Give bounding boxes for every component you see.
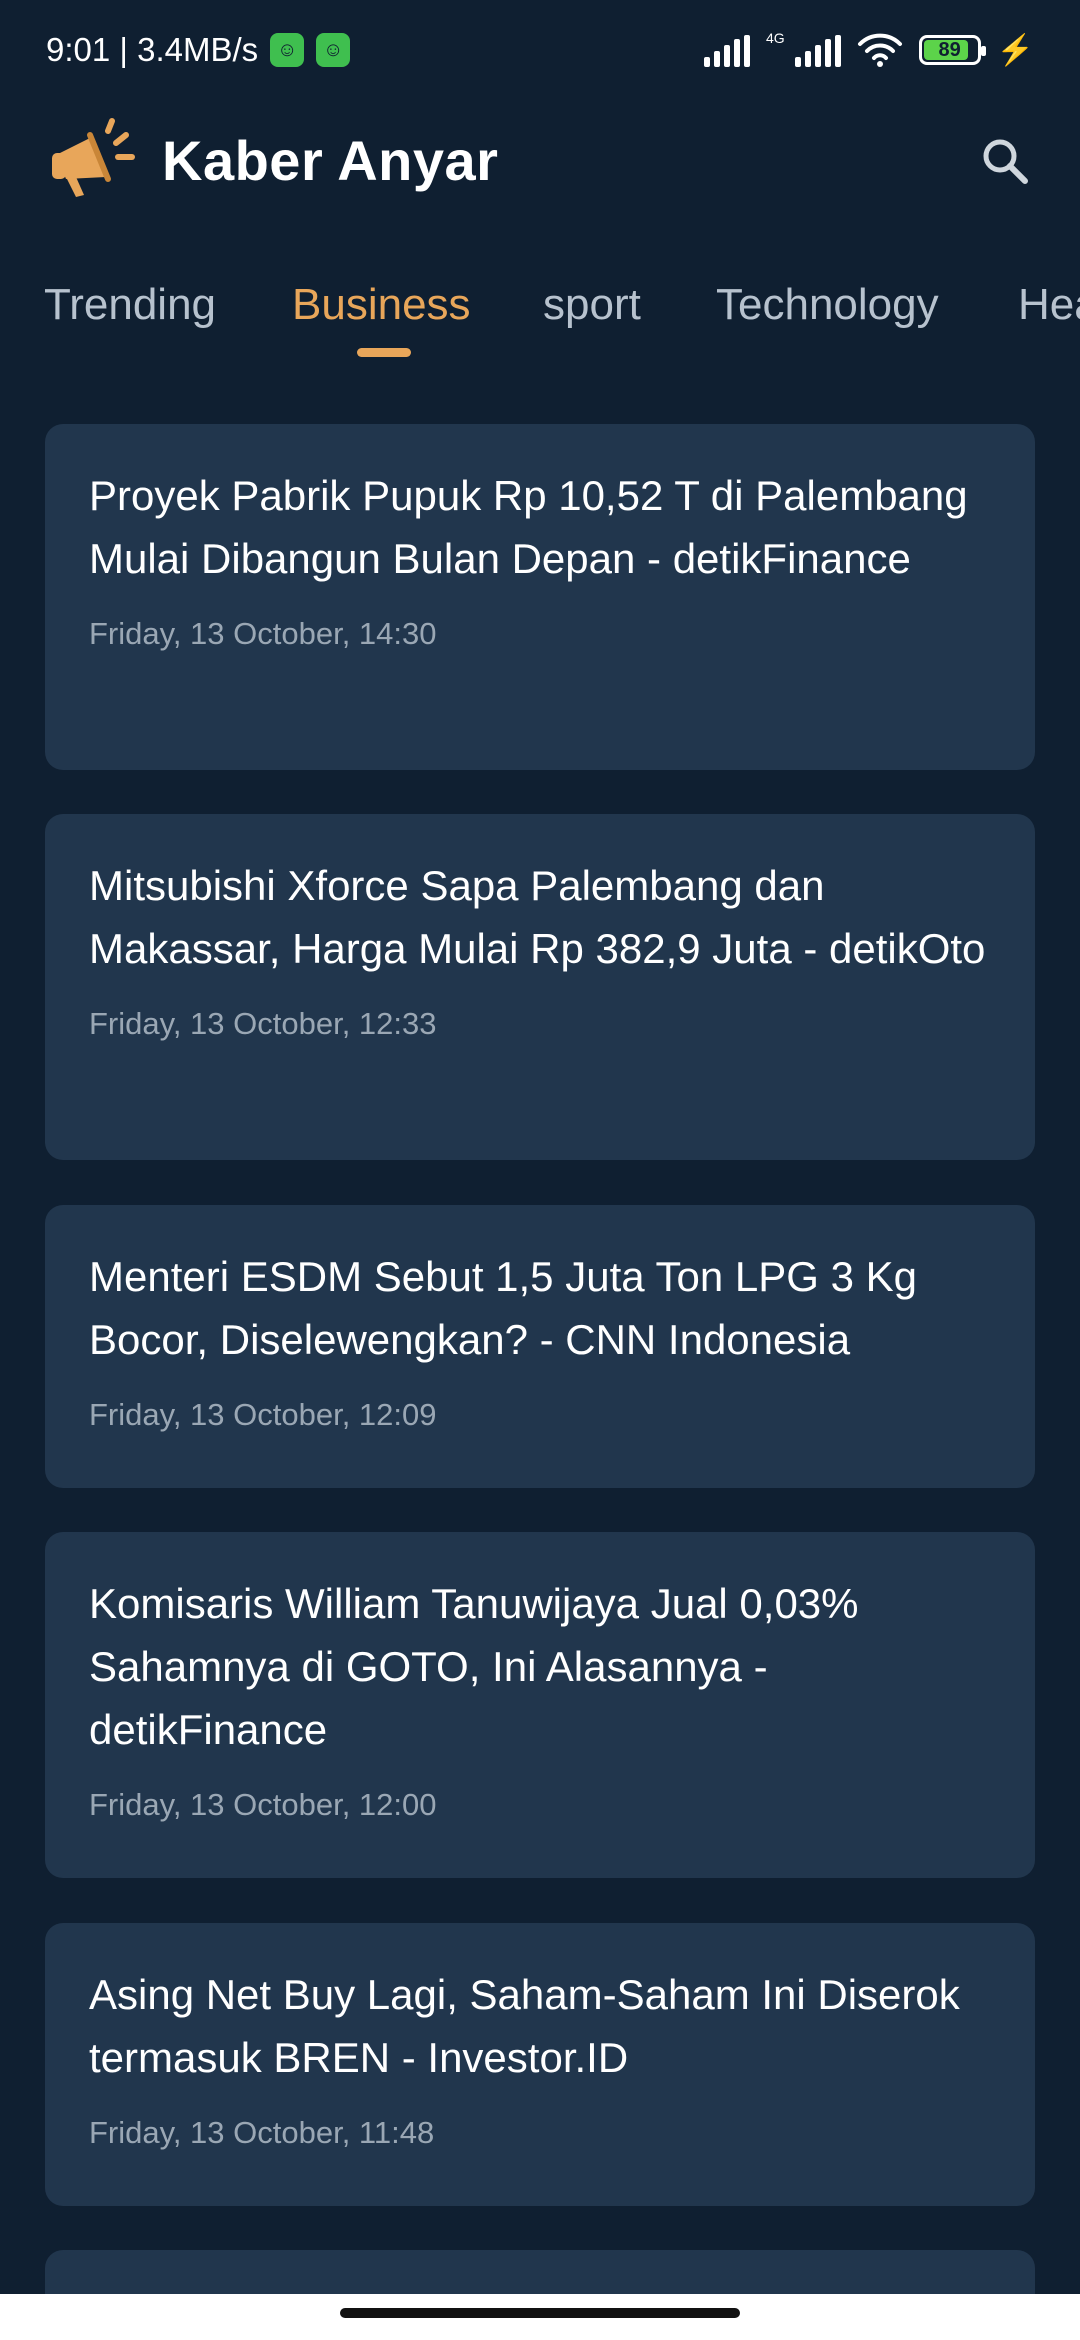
battery-level: 89: [938, 38, 961, 61]
article-card[interactable]: Menteri ESDM Sebut 1,5 Juta Ton LPG 3 Kg…: [45, 1205, 1035, 1488]
article-card[interactable]: Proyek Pabrik Pupuk Rp 10,52 T di Palemb…: [45, 424, 1035, 770]
notification-app-icon: ☺: [270, 33, 305, 67]
notification-app-icon: ☺: [316, 33, 351, 67]
article-time: Friday, 13 October, 12:33: [89, 1006, 437, 1041]
search-button[interactable]: [970, 126, 1040, 196]
article-time: Friday, 13 October, 12:00: [89, 1787, 437, 1822]
battery-icon: 89: [918, 35, 986, 65]
signal-strength-icon: [703, 33, 750, 67]
network-type-label: 4G: [765, 30, 785, 46]
status-right: 4G 89 ⚡: [703, 30, 1034, 68]
category-tabs: Trending Business sport Technology Hea: [0, 270, 1080, 370]
article-title: Proyek Pabrik Pupuk Rp 10,52 T di Palemb…: [89, 472, 968, 582]
status-time-speed: 9:01 | 3.4MB/s: [46, 31, 259, 68]
home-gesture-handle[interactable]: [340, 2308, 740, 2318]
article-time: Friday, 13 October, 11:48: [89, 2115, 435, 2150]
app-header: Kaber Anyar: [0, 110, 1080, 210]
search-icon: [983, 139, 1028, 184]
tab-health[interactable]: Hea: [1018, 280, 1080, 330]
charging-icon: ⚡: [996, 33, 1034, 67]
status-bar: 9:01 | 3.4MB/s ☺ ☺ 4G 89 ⚡: [0, 0, 1080, 100]
article-time: Friday, 13 October, 12:09: [89, 1397, 437, 1432]
article-card[interactable]: Mitsubishi Xforce Sapa Palembang dan Mak…: [45, 814, 1035, 1160]
article-title: Asing Net Buy Lagi, Saham-Saham Ini Dise…: [89, 1971, 960, 2081]
status-left: 9:01 | 3.4MB/s ☺ ☺: [46, 31, 351, 69]
article-card[interactable]: Asing Net Buy Lagi, Saham-Saham Ini Dise…: [45, 1923, 1035, 2206]
app-title: Kaber Anyar: [162, 128, 499, 192]
article-title: Mitsubishi Xforce Sapa Palembang dan Mak…: [89, 862, 986, 972]
tab-technology[interactable]: Technology: [716, 280, 939, 330]
article-title: Menteri ESDM Sebut 1,5 Juta Ton LPG 3 Kg…: [89, 1253, 918, 1363]
navigation-bar: [0, 2294, 1080, 2340]
tab-business[interactable]: Business: [292, 280, 471, 330]
signal-strength-icon: [794, 33, 841, 67]
active-tab-indicator: [357, 348, 411, 357]
megaphone-icon: [52, 118, 135, 197]
wifi-icon: [857, 33, 902, 67]
article-card[interactable]: Komisaris William Tanuwijaya Jual 0,03% …: [45, 1532, 1035, 1878]
article-time: Friday, 13 October, 14:30: [89, 616, 437, 651]
article-title: Komisaris William Tanuwijaya Jual 0,03% …: [89, 1580, 859, 1753]
tab-sport[interactable]: sport: [543, 280, 641, 330]
tab-trending[interactable]: Trending: [44, 280, 216, 330]
